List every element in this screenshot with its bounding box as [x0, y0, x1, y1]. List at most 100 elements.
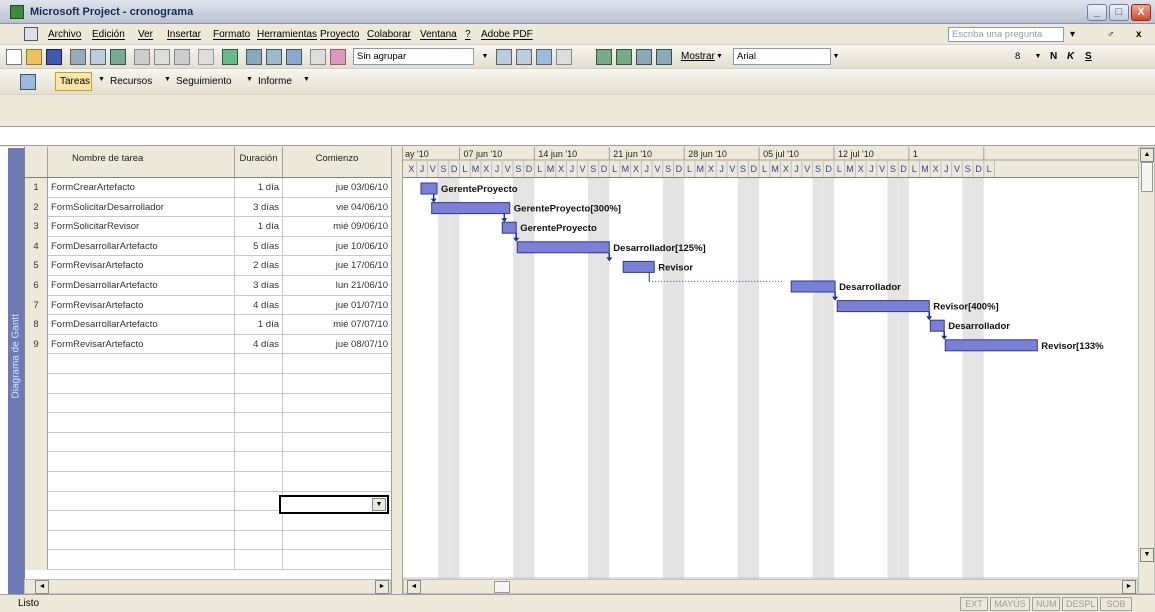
preview-icon[interactable]: [90, 49, 106, 65]
ask-question-input[interactable]: Escriba una pregunta: [948, 27, 1064, 42]
task-duration-cell[interactable]: 4 días: [235, 334, 283, 355]
row-number[interactable]: 9: [25, 334, 48, 355]
table-row[interactable]: 3 FormSolicitarRevisor 1 día mié 09/06/10: [25, 217, 392, 237]
task-duration-cell[interactable]: 1 día: [235, 217, 283, 237]
row-number[interactable]: [25, 550, 48, 570]
task-duration-cell[interactable]: [235, 432, 283, 453]
task-start-cell[interactable]: [283, 413, 392, 433]
task-start-cell[interactable]: jue 10/06/10: [283, 236, 392, 257]
document-icon[interactable]: [24, 27, 38, 41]
menu-edicion[interactable]: Edición: [92, 29, 125, 40]
task-duration-cell[interactable]: 4 días: [235, 295, 283, 316]
menu-help[interactable]: ?: [465, 29, 471, 40]
informe-button[interactable]: Informe: [258, 76, 292, 87]
task-name-cell[interactable]: FormRevisarArtefacto: [48, 334, 235, 355]
menu-colaborar[interactable]: Colaborar: [367, 29, 411, 40]
task-start-cell[interactable]: [283, 472, 392, 492]
task-duration-cell[interactable]: 1 día: [235, 315, 283, 335]
table-row[interactable]: [25, 432, 392, 453]
task-start-cell[interactable]: [283, 530, 392, 551]
header-start[interactable]: Comienzo: [283, 147, 392, 178]
task-name-cell[interactable]: FormCrearArtefacto: [48, 178, 235, 198]
table-row[interactable]: [25, 472, 392, 492]
entry-bar[interactable]: [0, 126, 1155, 146]
gantt-scroll-thumb[interactable]: [494, 581, 510, 593]
row-number[interactable]: [25, 432, 48, 453]
table-row[interactable]: [25, 393, 392, 414]
table-row[interactable]: [25, 374, 392, 394]
task-name-cell[interactable]: [48, 452, 235, 472]
row-number[interactable]: [25, 491, 48, 512]
table-row[interactable]: [25, 452, 392, 472]
row-number[interactable]: 4: [25, 236, 48, 257]
row-header-corner[interactable]: [25, 147, 48, 178]
scroll-down-icon[interactable]: ▼: [1140, 548, 1154, 562]
task-start-cell[interactable]: [283, 550, 392, 570]
task-duration-cell[interactable]: 3 días: [235, 276, 283, 296]
task-name-cell[interactable]: FormDesarrollarArtefacto: [48, 276, 235, 296]
vertical-scrollbar[interactable]: ▲ ▼: [1138, 147, 1155, 594]
copy-picture-icon[interactable]: [556, 49, 572, 65]
chevron-down-icon[interactable]: ▼: [372, 498, 386, 511]
row-number[interactable]: [25, 354, 48, 374]
table-row[interactable]: 5 FormRevisarArtefacto 2 días jue 17/06/10: [25, 256, 392, 276]
group-by-select[interactable]: Sin agrupar: [353, 48, 474, 65]
table-row[interactable]: 4 FormDesarrollarArtefacto 5 días jue 10/06…: [25, 236, 392, 257]
print-icon[interactable]: [70, 49, 86, 65]
task-start-cell[interactable]: jue 17/06/10: [283, 256, 392, 276]
task-duration-cell[interactable]: [235, 354, 283, 374]
row-number[interactable]: 3: [25, 217, 48, 237]
task-duration-cell[interactable]: [235, 491, 283, 512]
project-guide-icon[interactable]: [20, 74, 36, 90]
task-duration-cell[interactable]: [235, 413, 283, 433]
table-row[interactable]: [25, 550, 392, 570]
font-dropdown-icon[interactable]: ▼: [831, 48, 841, 65]
menu-archivo[interactable]: Archivo: [48, 29, 81, 40]
task-duration-cell[interactable]: 3 días: [235, 197, 283, 218]
task-name-cell[interactable]: FormSolicitarDesarrollador: [48, 197, 235, 218]
hide-subtasks-icon[interactable]: [656, 49, 672, 65]
task-duration-cell[interactable]: 5 días: [235, 236, 283, 257]
task-name-cell[interactable]: [48, 432, 235, 453]
row-number[interactable]: [25, 393, 48, 414]
scroll-left-icon[interactable]: ◄: [35, 580, 49, 594]
indent-left-icon[interactable]: [596, 49, 612, 65]
split-task-icon[interactable]: [286, 49, 302, 65]
cell-dropdown[interactable]: ▼: [279, 495, 389, 514]
task-duration-cell[interactable]: 1 día: [235, 178, 283, 198]
ask-dropdown-icon[interactable]: ▾: [1070, 29, 1075, 40]
table-horizontal-scrollbar[interactable]: ◄ ►: [24, 579, 391, 594]
task-duration-cell[interactable]: [235, 452, 283, 472]
table-row[interactable]: [25, 413, 392, 433]
spelling-icon[interactable]: [110, 49, 126, 65]
recursos-button[interactable]: Recursos: [110, 76, 152, 87]
underline-button[interactable]: S: [1085, 51, 1092, 62]
save-icon[interactable]: [46, 49, 62, 65]
task-name-cell[interactable]: FormDesarrollarArtefacto: [48, 315, 235, 335]
menu-herramientas[interactable]: Herramientas: [257, 29, 317, 40]
cut-icon[interactable]: [134, 49, 150, 65]
show-dropdown-icon[interactable]: ▼: [716, 53, 723, 60]
link-tasks-icon[interactable]: [246, 49, 262, 65]
task-name-cell[interactable]: FormRevisarArtefacto: [48, 295, 235, 316]
task-name-cell[interactable]: FormDesarrollarArtefacto: [48, 236, 235, 257]
task-name-cell[interactable]: [48, 354, 235, 374]
row-number[interactable]: [25, 413, 48, 433]
font-size-dropdown-icon[interactable]: ▼: [1033, 48, 1043, 65]
task-start-cell[interactable]: [283, 393, 392, 414]
task-start-cell[interactable]: [283, 452, 392, 472]
minimize-button[interactable]: _: [1087, 4, 1107, 21]
row-number[interactable]: [25, 374, 48, 394]
close-doc-icon[interactable]: x: [1136, 29, 1142, 40]
table-row[interactable]: [25, 354, 392, 374]
table-row[interactable]: 7 FormRevisarArtefacto 4 días jue 01/07/10: [25, 295, 392, 316]
show-menu-button[interactable]: Mostrar: [681, 51, 715, 62]
group-by-dropdown-icon[interactable]: ▼: [480, 48, 490, 65]
task-start-cell[interactable]: jue 08/07/10: [283, 334, 392, 355]
task-duration-cell[interactable]: 2 días: [235, 256, 283, 276]
task-name-cell[interactable]: FormSolicitarRevisor: [48, 217, 235, 237]
show-subtasks-icon[interactable]: [636, 49, 652, 65]
undo-icon[interactable]: [198, 49, 214, 65]
task-name-cell[interactable]: [48, 530, 235, 551]
zoom-in-icon[interactable]: [496, 49, 512, 65]
